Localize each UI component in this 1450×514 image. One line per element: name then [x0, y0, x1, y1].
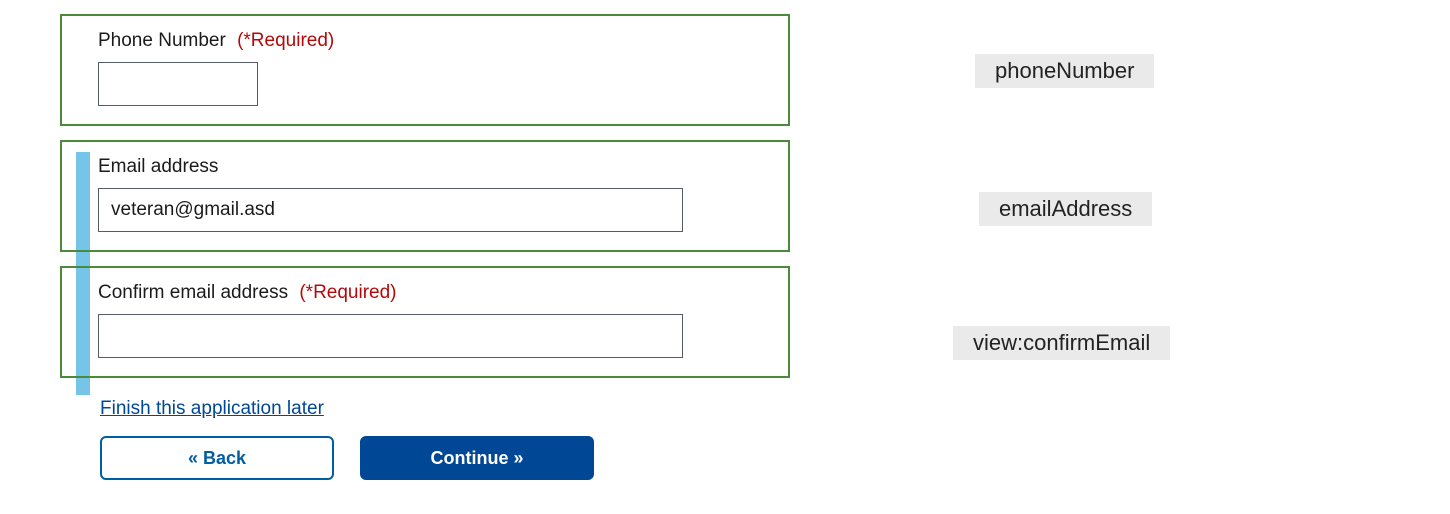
- confirm-email-required-text: (*Required): [299, 282, 396, 303]
- phone-number-label: Phone Number (*Required): [98, 30, 752, 52]
- confirm-email-input[interactable]: [98, 314, 683, 358]
- email-label-text: Email address: [98, 156, 218, 177]
- phone-number-required-text: (*Required): [237, 30, 334, 51]
- continue-button[interactable]: Continue »: [360, 436, 594, 480]
- form-buttons: « Back Continue »: [100, 436, 790, 480]
- annotation-email: emailAddress: [979, 192, 1152, 226]
- email-field-group: Email address: [60, 140, 790, 252]
- email-input[interactable]: [98, 188, 683, 232]
- annotation-confirm-email: view:confirmEmail: [953, 326, 1170, 360]
- annotation-phone: phoneNumber: [975, 54, 1154, 88]
- phone-number-field-group: Phone Number (*Required): [60, 14, 790, 126]
- confirm-email-field-group: Confirm email address (*Required): [60, 266, 790, 378]
- confirm-email-label: Confirm email address (*Required): [98, 282, 752, 304]
- phone-number-label-text: Phone Number: [98, 30, 226, 51]
- contact-form: Phone Number (*Required) Email address C…: [60, 14, 790, 480]
- email-label: Email address: [98, 156, 752, 178]
- back-button[interactable]: « Back: [100, 436, 334, 480]
- phone-number-input[interactable]: [98, 62, 258, 106]
- finish-later-link[interactable]: Finish this application later: [100, 398, 324, 420]
- confirm-email-label-text: Confirm email address: [98, 282, 288, 303]
